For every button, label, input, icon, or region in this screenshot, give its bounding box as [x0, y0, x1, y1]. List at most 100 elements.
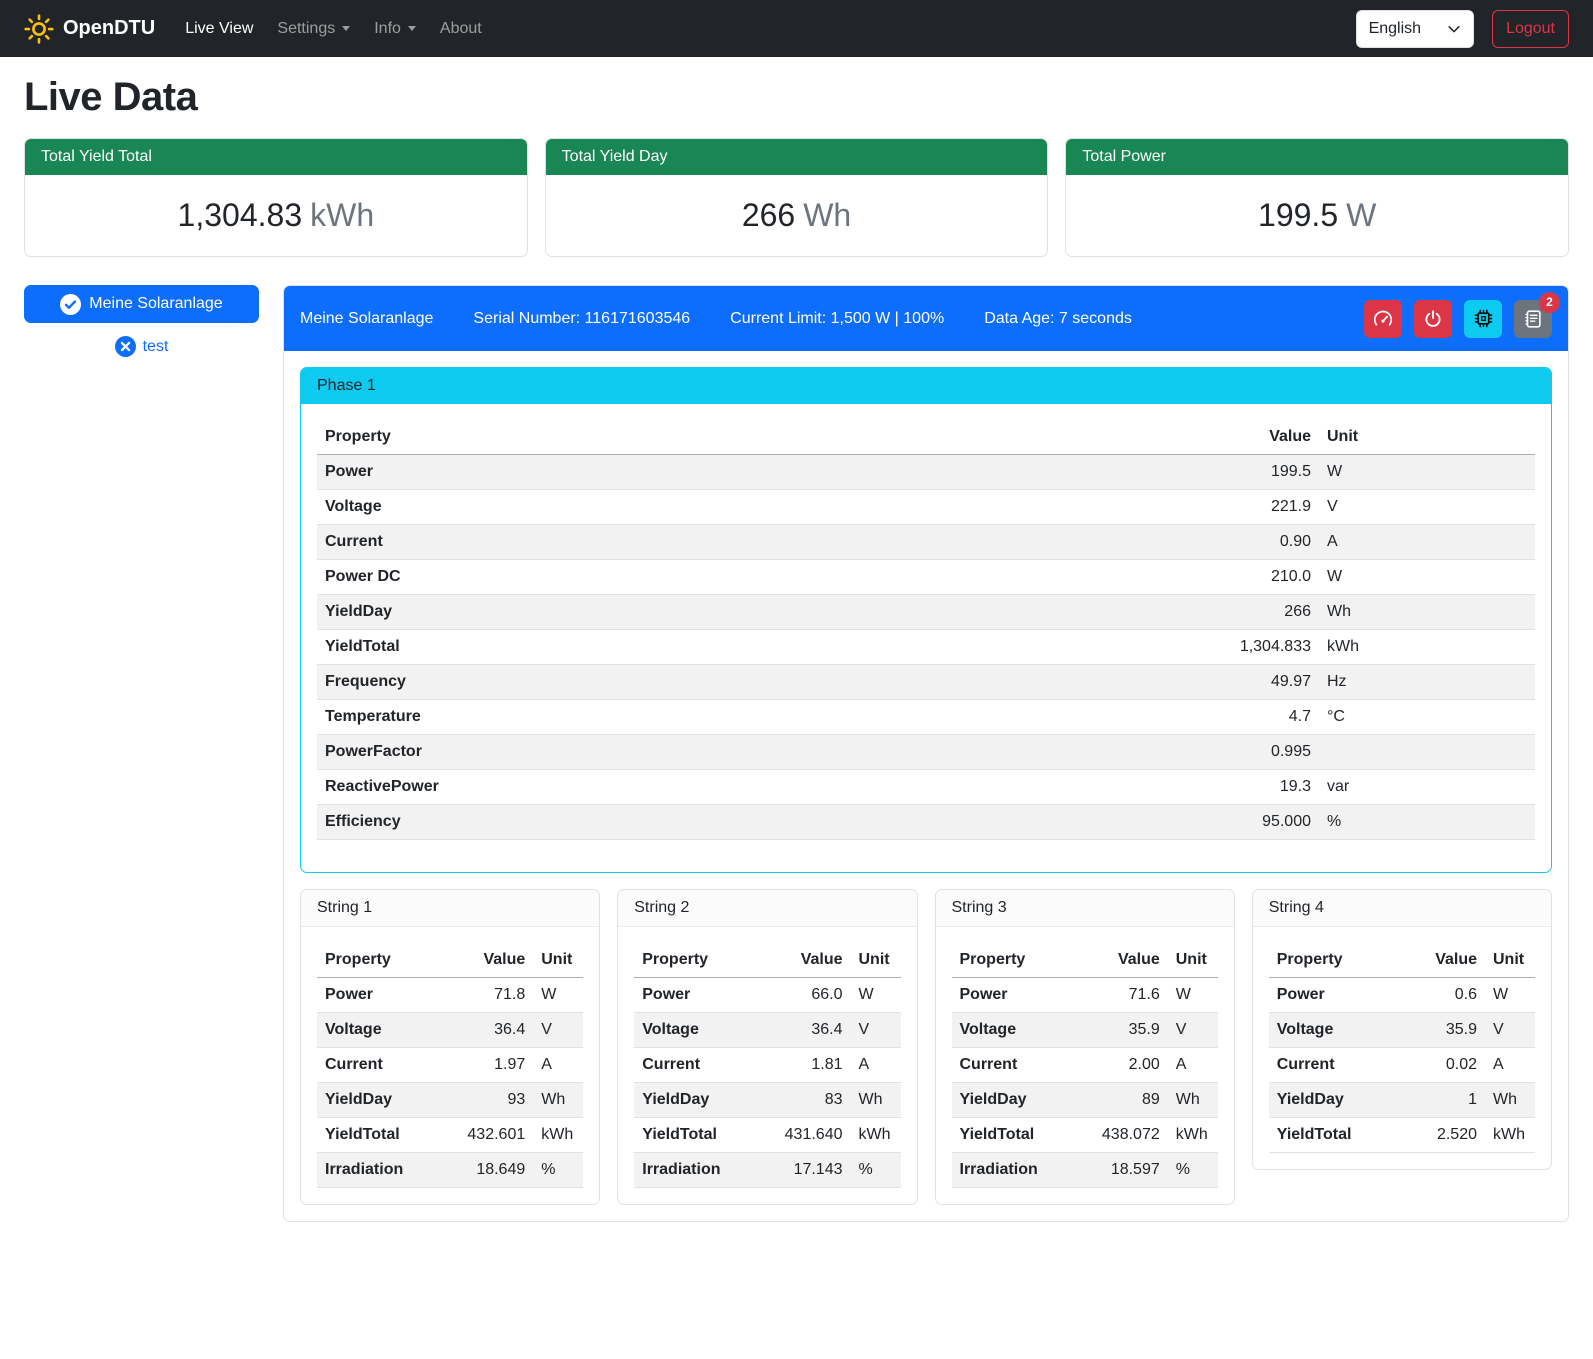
cell-unit: % [1319, 805, 1535, 840]
nav-item-about[interactable]: About [432, 12, 490, 46]
cell-prop: Power [1269, 978, 1399, 1013]
power-toggle-button[interactable] [1414, 300, 1452, 338]
cell-prop: PowerFactor [317, 735, 1199, 770]
cell-unit: W [1319, 560, 1535, 595]
cell-val: 93 [447, 1083, 533, 1118]
table-row: Current0.90A [317, 525, 1535, 560]
cell-unit: W [851, 978, 901, 1013]
inverter-select-button[interactable]: Meine Solaranlage [24, 285, 259, 323]
cell-val: 71.6 [1082, 978, 1168, 1013]
col-header-value: Value [1082, 943, 1168, 978]
inverter-test-link[interactable]: test [24, 336, 259, 357]
language-select[interactable]: English [1356, 10, 1474, 48]
cell-val: 18.649 [447, 1153, 533, 1188]
cell-val: 2.00 [1082, 1048, 1168, 1083]
table-row: Irradiation17.143% [634, 1153, 900, 1188]
cell-prop: YieldDay [634, 1083, 764, 1118]
inverter-limit: Current Limit: 1,500 W | 100% [730, 310, 944, 328]
table-row: Voltage35.9V [952, 1013, 1218, 1048]
inverter-panel: Meine Solaranlage Serial Number: 1161716… [283, 285, 1569, 1222]
card-value: 1,304.83 [178, 197, 303, 233]
cell-val: 89 [1082, 1083, 1168, 1118]
table-row: Voltage36.4V [317, 1013, 583, 1048]
cell-prop: Irradiation [634, 1153, 764, 1188]
phase-table: Property Value Unit Power199.5WVoltage22… [317, 420, 1535, 840]
col-header-property: Property [634, 943, 764, 978]
cell-prop: YieldTotal [1269, 1118, 1399, 1153]
cell-prop: Voltage [634, 1013, 764, 1048]
cell-unit: var [1319, 770, 1535, 805]
table-row: Power71.8W [317, 978, 583, 1013]
cell-val: 36.4 [765, 1013, 851, 1048]
card-unit: kWh [310, 197, 374, 233]
table-row: Voltage36.4V [634, 1013, 900, 1048]
cell-unit: kWh [1168, 1118, 1218, 1153]
col-header-value: Value [1399, 943, 1485, 978]
table-row: Current1.97A [317, 1048, 583, 1083]
nav-item-settings[interactable]: Settings [269, 12, 358, 46]
cell-prop: Power [317, 978, 447, 1013]
page-title: Live Data [24, 75, 1569, 120]
cell-unit: V [533, 1013, 583, 1048]
sun-icon [24, 14, 54, 44]
cell-unit: V [1319, 490, 1535, 525]
cell-val: 83 [765, 1083, 851, 1118]
cell-unit: W [1319, 455, 1535, 490]
logout-button[interactable]: Logout [1492, 10, 1569, 48]
cell-prop: Current [317, 525, 1199, 560]
cell-unit: A [1319, 525, 1535, 560]
card-title: Total Power [1066, 139, 1568, 175]
card-title: Total Yield Day [546, 139, 1048, 175]
cell-val: 17.143 [765, 1153, 851, 1188]
device-info-button[interactable] [1464, 300, 1502, 338]
cell-prop: Current [634, 1048, 764, 1083]
cell-val: 95.000 [1199, 805, 1319, 840]
brand-logo[interactable]: OpenDTU [24, 14, 155, 44]
cell-prop: Power DC [317, 560, 1199, 595]
cell-val: 1,304.833 [1199, 630, 1319, 665]
cell-val: 438.072 [1082, 1118, 1168, 1153]
phase-card-title: Phase 1 [301, 368, 1551, 404]
cell-val: 266 [1199, 595, 1319, 630]
string-card-title: String 2 [618, 890, 916, 927]
table-row: Voltage221.9V [317, 490, 1535, 525]
inverter-data-age: Data Age: 7 seconds [984, 310, 1132, 328]
table-row: Current2.00A [952, 1048, 1218, 1083]
cell-unit: V [851, 1013, 901, 1048]
table-row: YieldDay89Wh [952, 1083, 1218, 1118]
navbar: OpenDTU Live View Settings Info About En… [0, 0, 1593, 57]
nav-item-live-view[interactable]: Live View [177, 12, 261, 46]
table-header-row: Property Value Unit [317, 943, 583, 978]
cell-unit: % [851, 1153, 901, 1188]
inverter-name: Meine Solaranlage [300, 310, 433, 328]
limit-settings-button[interactable] [1364, 300, 1402, 338]
x-circle-icon [115, 336, 136, 357]
table-row: YieldDay83Wh [634, 1083, 900, 1118]
event-log-button[interactable]: 2 [1514, 300, 1552, 338]
cell-unit: V [1168, 1013, 1218, 1048]
journal-text-icon [1522, 308, 1544, 330]
table-row: Current0.02A [1269, 1048, 1535, 1083]
card-title: Total Yield Total [25, 139, 527, 175]
nav-item-info[interactable]: Info [366, 12, 424, 46]
cell-unit: A [1485, 1048, 1535, 1083]
cell-prop: Current [952, 1048, 1082, 1083]
cell-prop: Efficiency [317, 805, 1199, 840]
col-header-value: Value [447, 943, 533, 978]
cell-prop: ReactivePower [317, 770, 1199, 805]
cell-val: 49.97 [1199, 665, 1319, 700]
table-row: Frequency49.97Hz [317, 665, 1535, 700]
col-header-property: Property [952, 943, 1082, 978]
cell-val: 431.640 [765, 1118, 851, 1153]
cell-prop: Voltage [317, 490, 1199, 525]
table-row: Power0.6W [1269, 978, 1535, 1013]
string-card-title: String 3 [936, 890, 1234, 927]
table-row: Irradiation18.597% [952, 1153, 1218, 1188]
cell-prop: Power [634, 978, 764, 1013]
cell-val: 71.8 [447, 978, 533, 1013]
cell-val: 221.9 [1199, 490, 1319, 525]
cell-prop: Voltage [1269, 1013, 1399, 1048]
cell-prop: Current [1269, 1048, 1399, 1083]
table-row: PowerFactor0.995 [317, 735, 1535, 770]
col-header-unit: Unit [533, 943, 583, 978]
